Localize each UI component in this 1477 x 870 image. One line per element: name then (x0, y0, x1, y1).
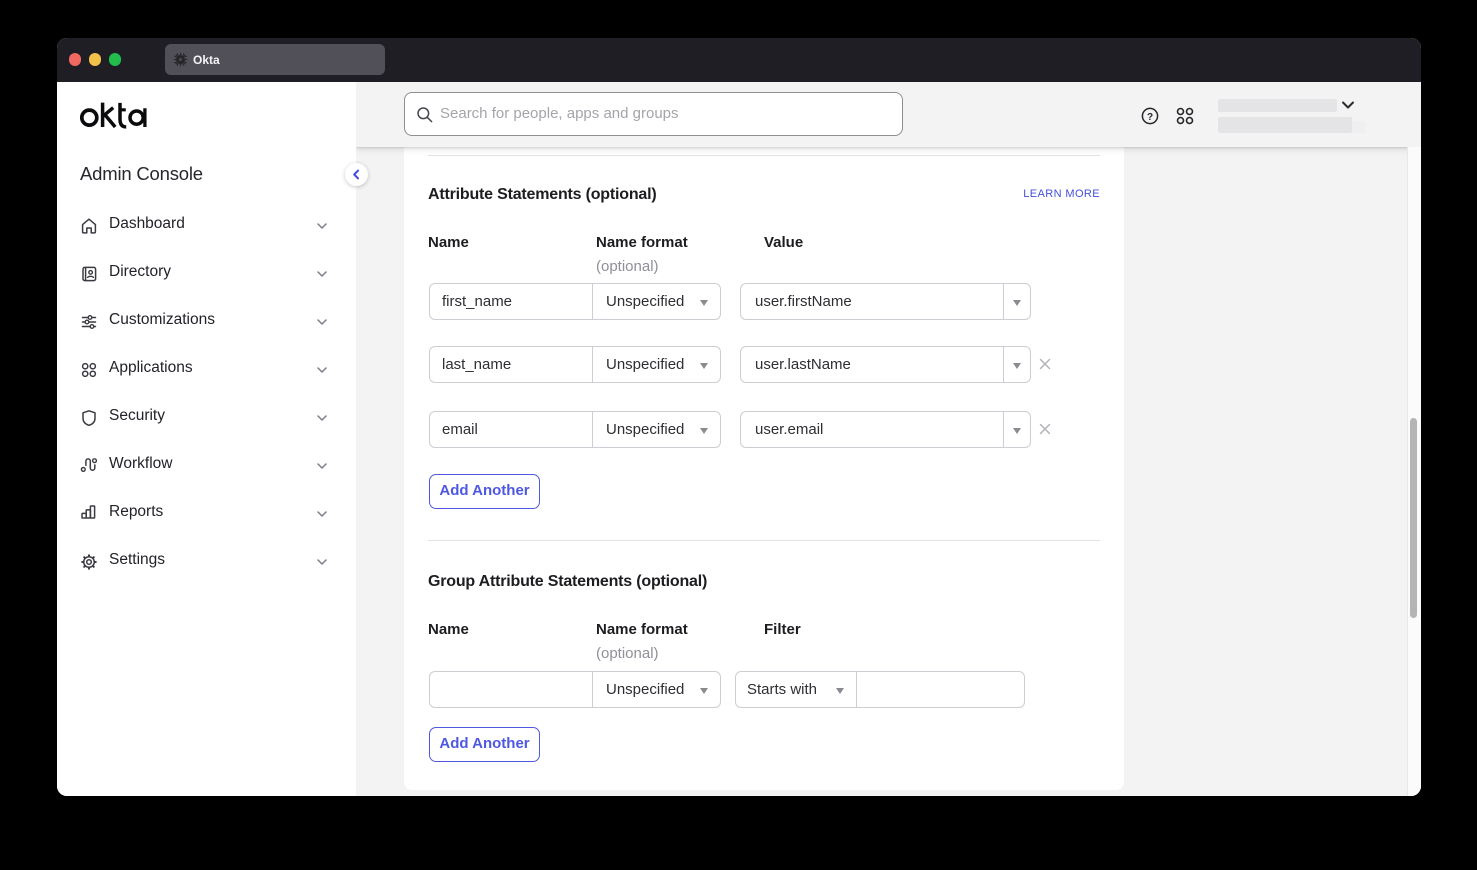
svg-text:?: ? (1147, 112, 1153, 123)
